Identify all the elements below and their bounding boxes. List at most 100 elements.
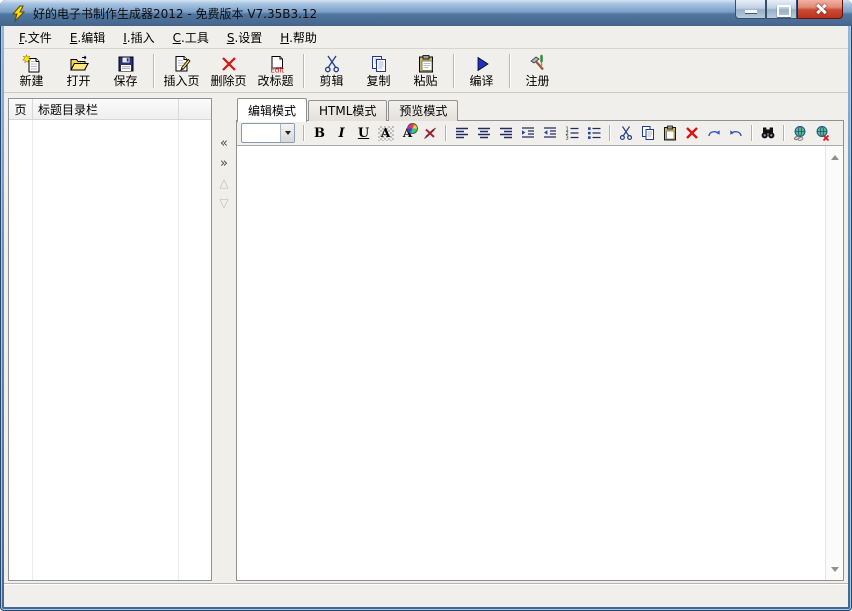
minimize-icon bbox=[745, 10, 757, 13]
font-color-button[interactable]: A bbox=[375, 123, 396, 143]
paste-text-button[interactable] bbox=[659, 123, 680, 143]
new-button-label: 新建 bbox=[19, 75, 43, 88]
tab-edit-mode[interactable]: 编辑模式 bbox=[237, 98, 307, 122]
save-floppy-icon bbox=[116, 54, 136, 74]
cut-button[interactable]: 剪辑 bbox=[308, 51, 355, 90]
delete-page-button[interactable]: 删除页 bbox=[205, 51, 252, 90]
copy-button[interactable]: 复制 bbox=[355, 51, 402, 90]
toc-column-extra[interactable] bbox=[179, 99, 211, 119]
italic-button[interactable]: I bbox=[331, 123, 352, 143]
bullet-list-button[interactable] bbox=[583, 123, 604, 143]
remove-link-button[interactable] bbox=[811, 123, 832, 143]
redo-arrow-icon bbox=[706, 125, 722, 141]
collapse-panel-button[interactable]: « bbox=[215, 134, 233, 152]
color-wheel-icon: A bbox=[403, 126, 412, 140]
insert-page-button-label: 插入页 bbox=[163, 75, 199, 88]
move-down-button[interactable]: ▽ bbox=[215, 194, 233, 212]
menu-settings[interactable]: S.设置 bbox=[218, 27, 271, 48]
toc-column-page[interactable]: 页 bbox=[9, 99, 33, 119]
edit-mode-panel: B I U A A bbox=[236, 120, 844, 581]
edit-surface[interactable] bbox=[237, 146, 826, 580]
triangle-up-icon: △ bbox=[219, 176, 228, 190]
save-button[interactable]: 保存 bbox=[102, 51, 149, 90]
indent-button[interactable] bbox=[517, 123, 538, 143]
edit-title-button-label: 改标题 bbox=[257, 75, 293, 88]
edit-title-button[interactable]: Edit 改标题 bbox=[252, 51, 299, 90]
maximize-button[interactable] bbox=[766, 0, 797, 19]
tab-html-mode[interactable]: HTML模式 bbox=[308, 100, 387, 121]
globe-link-icon bbox=[792, 125, 808, 141]
edit-title-icon: Edit bbox=[266, 54, 286, 74]
svg-text:3: 3 bbox=[565, 135, 568, 141]
bold-button[interactable]: B bbox=[309, 123, 330, 143]
tab-preview-mode[interactable]: 预览模式 bbox=[388, 100, 458, 121]
open-button[interactable]: 打开 bbox=[55, 51, 102, 90]
toc-list[interactable] bbox=[9, 120, 211, 580]
maximize-icon bbox=[777, 5, 791, 17]
triangle-up-icon bbox=[831, 151, 839, 160]
client-area: F.文件 E.编辑 I.插入 C.工具 S.设置 H.帮助 新建 bbox=[4, 26, 848, 607]
insert-page-icon bbox=[172, 54, 192, 74]
menu-help[interactable]: H.帮助 bbox=[271, 27, 326, 48]
compile-play-icon bbox=[472, 54, 492, 74]
toolbar-separator bbox=[509, 54, 510, 88]
menu-tools[interactable]: C.工具 bbox=[164, 27, 218, 48]
register-button[interactable]: 注册 bbox=[514, 51, 561, 90]
font-select[interactable] bbox=[241, 123, 295, 143]
toolbar-separator bbox=[453, 54, 454, 88]
editor-panel: 编辑模式 HTML模式 预览模式 B I U bbox=[236, 98, 844, 581]
font-color-icon: A bbox=[378, 126, 394, 141]
delete-page-button-label: 删除页 bbox=[210, 75, 246, 88]
globe-unlink-icon bbox=[814, 125, 830, 141]
cut-text-button[interactable] bbox=[615, 123, 636, 143]
toc-grid-line bbox=[178, 120, 179, 580]
numbered-list-icon: 1 2 3 bbox=[564, 125, 580, 141]
delete-text-button[interactable] bbox=[681, 123, 702, 143]
align-left-icon bbox=[454, 125, 470, 141]
cut-scissors-icon bbox=[618, 125, 634, 141]
main-area: 页 标题目录栏 « » △ ▽ 编辑模式 HTML bbox=[4, 93, 848, 583]
clear-format-button[interactable] bbox=[419, 123, 440, 143]
copy-text-button[interactable] bbox=[637, 123, 658, 143]
align-left-button[interactable] bbox=[451, 123, 472, 143]
find-button[interactable] bbox=[757, 123, 778, 143]
toolbar-separator bbox=[153, 54, 154, 88]
align-center-button[interactable] bbox=[473, 123, 494, 143]
align-right-button[interactable] bbox=[495, 123, 516, 143]
expand-panel-button[interactable]: » bbox=[215, 154, 233, 172]
scroll-down-button[interactable] bbox=[826, 561, 843, 578]
close-button[interactable] bbox=[797, 0, 843, 19]
move-up-button[interactable]: △ bbox=[215, 174, 233, 192]
open-button-label: 打开 bbox=[66, 75, 90, 88]
toc-header-row: 页 标题目录栏 bbox=[9, 99, 211, 120]
minimize-button[interactable] bbox=[735, 0, 766, 19]
underline-button[interactable]: U bbox=[353, 123, 374, 143]
outdent-button[interactable] bbox=[539, 123, 560, 143]
toc-panel: 页 标题目录栏 bbox=[8, 98, 212, 581]
insert-link-button[interactable] bbox=[789, 123, 810, 143]
cut-button-label: 剪辑 bbox=[319, 75, 343, 88]
redo-button[interactable] bbox=[703, 123, 724, 143]
new-document-icon bbox=[22, 54, 42, 74]
editor-area bbox=[237, 145, 843, 580]
toc-grid-line bbox=[32, 120, 33, 580]
chevron-down-icon[interactable] bbox=[280, 124, 294, 142]
vertical-scrollbar[interactable] bbox=[825, 146, 843, 580]
scroll-up-button[interactable] bbox=[826, 148, 843, 165]
cut-scissors-icon bbox=[322, 54, 342, 74]
menu-edit[interactable]: E.编辑 bbox=[61, 27, 114, 48]
menu-file[interactable]: F.文件 bbox=[10, 27, 61, 48]
compile-button[interactable]: 编译 bbox=[458, 51, 505, 90]
undo-button[interactable] bbox=[725, 123, 746, 143]
insert-page-button[interactable]: 插入页 bbox=[158, 51, 205, 90]
new-button[interactable]: 新建 bbox=[8, 51, 55, 90]
numbered-list-button[interactable]: 1 2 3 bbox=[561, 123, 582, 143]
font-select-value bbox=[242, 124, 280, 142]
indent-decrease-icon bbox=[542, 125, 558, 141]
title-bar[interactable]: 好的电子书制作生成器2012 - 免费版本 V7.35B3.12 bbox=[0, 0, 852, 26]
menu-insert[interactable]: I.插入 bbox=[114, 27, 163, 48]
char-color-button[interactable]: A bbox=[397, 123, 418, 143]
paste-button[interactable]: 粘贴 bbox=[402, 51, 449, 90]
toc-column-title[interactable]: 标题目录栏 bbox=[33, 99, 179, 119]
triangle-down-icon bbox=[831, 567, 839, 576]
